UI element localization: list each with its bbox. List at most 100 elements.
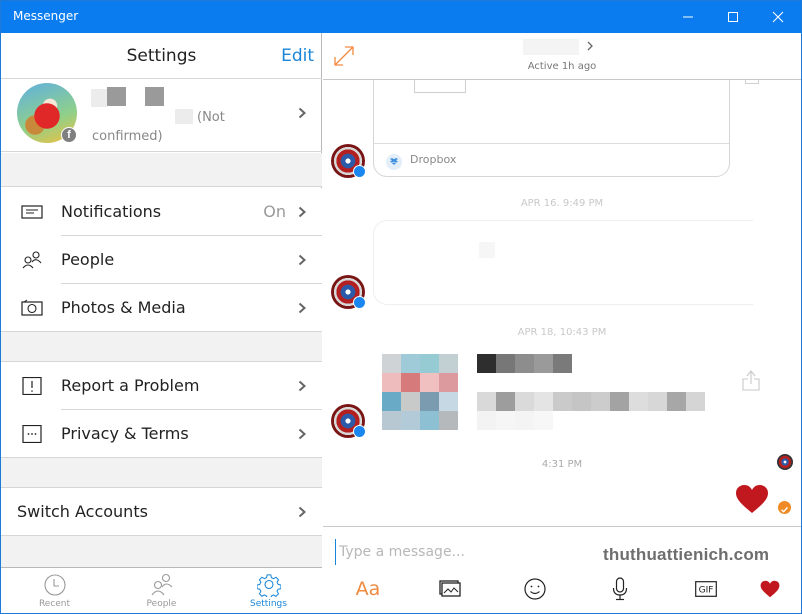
- tab-settings[interactable]: Settings: [215, 568, 322, 614]
- share-icon[interactable]: [741, 368, 761, 392]
- group-spacer: [1, 332, 322, 362]
- emoji-button[interactable]: [523, 575, 547, 603]
- settings-item-notifications[interactable]: Notifications On: [1, 188, 322, 236]
- redacted-pixel: [401, 354, 420, 373]
- redacted-pixel: [496, 411, 515, 430]
- messenger-icon: [353, 165, 366, 178]
- link-thumbnail: [414, 80, 466, 93]
- heart-icon[interactable]: [735, 484, 769, 514]
- edit-button[interactable]: Edit: [281, 46, 314, 66]
- close-icon: [772, 11, 784, 23]
- redacted-pixel: [382, 392, 401, 411]
- redacted-name: [107, 87, 126, 106]
- settings-item-switch-accounts[interactable]: Switch Accounts: [1, 488, 322, 536]
- redacted-pixel: [534, 411, 553, 430]
- redacted-pixel: [420, 373, 439, 392]
- tab-people[interactable]: People: [108, 568, 215, 614]
- redacted-pixel: [686, 392, 705, 411]
- redacted-pixel: [382, 411, 401, 430]
- redacted-pixel: [648, 392, 667, 411]
- settings-item-photos-media[interactable]: Photos & Media: [1, 284, 322, 332]
- minimize-button[interactable]: [665, 1, 711, 33]
- chevron-right-icon: [298, 107, 306, 119]
- delivered-check-icon: [778, 501, 791, 514]
- profile-row[interactable]: f (Not confirmed): [1, 80, 322, 152]
- link-card-footer: Dropbox: [374, 143, 729, 177]
- facebook-icon: f: [61, 127, 77, 143]
- chevron-right-icon: [298, 380, 306, 392]
- message-timestamp: 4:31 PM: [541, 459, 583, 470]
- redacted-pixel: [572, 392, 591, 411]
- group-spacer: [1, 153, 322, 187]
- maximize-button[interactable]: [710, 1, 756, 33]
- dropbox-icon: [386, 154, 402, 170]
- people-icon: [22, 251, 42, 269]
- settings-header: Settings Edit: [1, 33, 322, 79]
- redacted-pixel: [553, 392, 572, 411]
- chat-header: Active 1h ago: [323, 33, 801, 80]
- message-input[interactable]: [335, 539, 585, 565]
- profile-status: (Not confirmed): [92, 108, 242, 146]
- settings-title: Settings: [126, 46, 197, 66]
- chevron-right-icon: [298, 206, 306, 218]
- settings-item-label: Notifications: [61, 202, 162, 221]
- maximize-icon: [728, 12, 738, 22]
- redacted-pixel: [629, 392, 648, 411]
- voice-record-button[interactable]: [610, 575, 630, 603]
- redacted-pixel: [439, 392, 458, 411]
- redacted-pixel: [534, 392, 553, 411]
- emoji-icon: [524, 578, 546, 600]
- camera-icon: [21, 299, 43, 316]
- image-gallery-button[interactable]: [438, 575, 462, 603]
- redacted-pixel: [496, 392, 515, 411]
- title-bar: Messenger: [1, 1, 801, 33]
- image-gallery-icon: [439, 580, 461, 597]
- message-timestamp: APR 18, 10:43 PM: [517, 327, 607, 337]
- redacted-pixel: [477, 392, 496, 411]
- messenger-window: Messenger Settings Edit f (Not confirmed…: [0, 0, 802, 614]
- tab-label: Recent: [38, 599, 71, 609]
- contact-name-faded: [493, 33, 500, 55]
- tab-label: Settings: [250, 599, 287, 609]
- chevron-right-icon: [298, 428, 306, 440]
- message-list[interactable]: Dropbox APR 16, 9:49 PM APR 18, 10:43 PM…: [323, 80, 801, 526]
- settings-item-privacy-terms[interactable]: Privacy & Terms: [1, 410, 322, 458]
- send-heart-button[interactable]: [759, 575, 781, 603]
- window-title: Messenger: [13, 9, 79, 23]
- redacted-pixel: [382, 373, 401, 392]
- privacy-terms-icon: [22, 425, 42, 443]
- redacted-pixel: [401, 392, 420, 411]
- close-button[interactable]: [755, 1, 801, 33]
- gif-button[interactable]: GIF: [694, 575, 718, 603]
- chevron-right-icon: [298, 254, 306, 266]
- messenger-icon: [353, 296, 366, 309]
- redacted-pixel: [439, 411, 458, 430]
- redacted-name: [91, 89, 107, 107]
- settings-item-label: Photos & Media: [61, 298, 186, 317]
- redacted-contact-name: [523, 39, 579, 55]
- redacted-pixel: [401, 411, 420, 430]
- people-icon: [151, 573, 173, 596]
- redacted-pixel: [401, 373, 420, 392]
- settings-panel: Settings Edit f (Not confirmed) Notifica…: [1, 33, 322, 613]
- settings-item-people[interactable]: People: [1, 236, 322, 284]
- chevron-right-icon: [298, 302, 306, 314]
- tab-recent[interactable]: Recent: [1, 568, 108, 614]
- dropbox-link-card[interactable]: Dropbox: [373, 80, 730, 177]
- message-bubble[interactable]: [373, 220, 753, 305]
- redacted-pixel: [420, 411, 439, 430]
- redacted-pixel: [553, 354, 572, 373]
- messenger-icon: [353, 425, 366, 438]
- redacted-pixel: [496, 354, 515, 373]
- tab-label: People: [146, 599, 177, 609]
- watermark-text: thuthuattienich.com: [603, 545, 770, 564]
- redacted-pixel: [439, 373, 458, 392]
- redacted-pixel: [420, 392, 439, 411]
- redacted-pixel: [420, 354, 439, 373]
- text-format-button[interactable]: Aa: [353, 575, 383, 603]
- settings-item-report-problem[interactable]: Report a Problem: [1, 362, 322, 410]
- group-spacer: [1, 536, 322, 567]
- chevron-right-icon: [298, 506, 306, 518]
- clock-icon: [44, 574, 66, 596]
- chevron-right-icon[interactable]: [587, 41, 593, 51]
